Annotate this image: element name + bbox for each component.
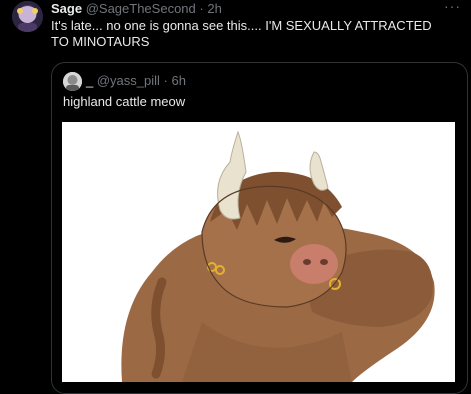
- quoted-timestamp[interactable]: 6h: [172, 73, 186, 88]
- highland-cow-illustration: [62, 122, 455, 382]
- quoted-tweet[interactable]: _ @yass_pill · 6h highland cattle meow: [51, 62, 468, 394]
- avatar-image: [12, 1, 43, 32]
- quoted-avatar[interactable]: [63, 72, 82, 91]
- timestamp[interactable]: 2h: [207, 1, 221, 16]
- quoted-avatar-image: [63, 72, 82, 91]
- tweet-text: It's late... no one is gonna see this...…: [51, 18, 432, 49]
- quoted-header: _ @yass_pill · 6h: [86, 73, 186, 89]
- more-icon[interactable]: ···: [444, 0, 461, 13]
- tweet[interactable]: Sage @SageTheSecond · 2h ··· It's late..…: [0, 0, 471, 394]
- tweet-header: Sage @SageTheSecond · 2h: [51, 1, 222, 17]
- quoted-text: highland cattle meow: [63, 94, 186, 109]
- author-handle[interactable]: @SageTheSecond: [86, 1, 196, 16]
- quoted-author-handle[interactable]: @yass_pill: [97, 73, 160, 88]
- quoted-image[interactable]: [62, 122, 455, 382]
- separator-dot: ·: [199, 1, 204, 16]
- author-name[interactable]: Sage: [51, 1, 82, 16]
- quoted-author-name[interactable]: _: [86, 73, 93, 88]
- avatar[interactable]: [12, 1, 43, 32]
- quoted-separator-dot: ·: [163, 73, 168, 88]
